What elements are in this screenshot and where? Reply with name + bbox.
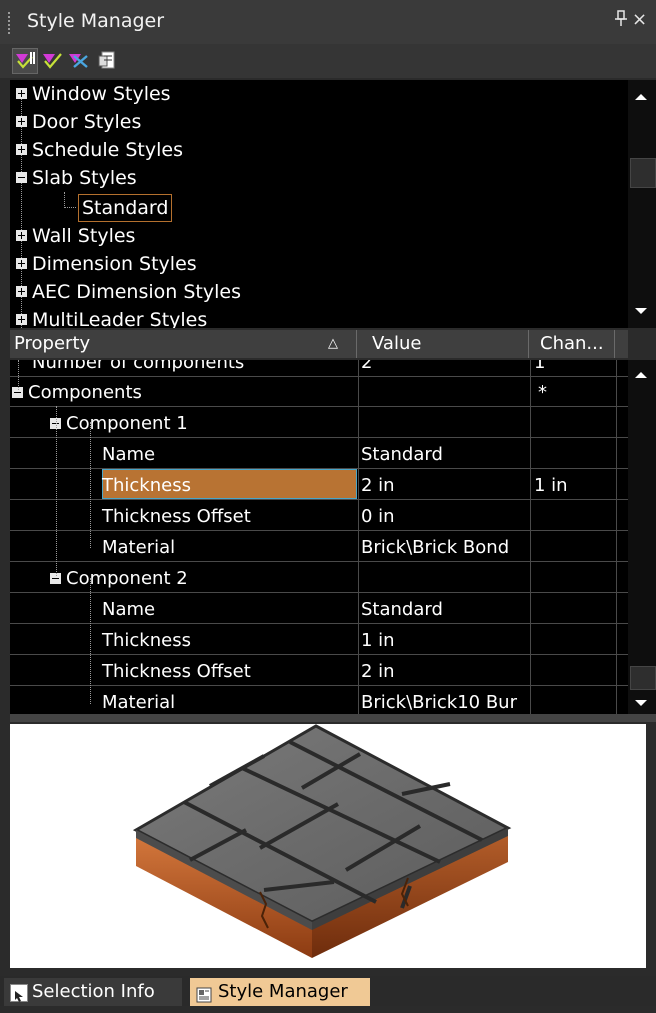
expand-icon[interactable] — [16, 144, 27, 155]
expand-icon[interactable] — [16, 88, 27, 99]
tree-connector — [90, 578, 91, 704]
table-row[interactable]: Material Brick\Brick10 Bur — [10, 686, 628, 714]
tree-connector — [56, 406, 57, 576]
palette-title-bar[interactable]: Style Manager × — [0, 0, 656, 44]
brick-slab-preview-icon — [132, 724, 512, 958]
selection-info-icon — [10, 984, 28, 1002]
expand-icon[interactable] — [16, 286, 27, 297]
expand-icon[interactable] — [16, 258, 27, 269]
tab-style-manager[interactable]: Style Manager — [190, 978, 370, 1006]
table-row[interactable]: Material Brick\Brick Bond — [10, 531, 628, 562]
drag-grip[interactable] — [8, 12, 12, 34]
table-row[interactable]: Name Standard — [10, 438, 628, 469]
table-row[interactable]: Components * — [10, 376, 628, 407]
sort-ascending-icon: △ — [328, 336, 338, 351]
pane-splitter[interactable] — [10, 714, 656, 722]
filter-style-type-icon[interactable] — [12, 48, 38, 74]
column-header-property[interactable]: Property △ — [10, 330, 357, 358]
expand-icon[interactable] — [16, 314, 27, 325]
column-header-changed[interactable]: Chan... — [528, 330, 615, 358]
tree-connector — [18, 360, 19, 390]
style-manager-icon — [196, 984, 212, 1003]
tree-connector — [64, 207, 76, 208]
palette-tab-bar: Selection Info Style Manager — [0, 976, 656, 1006]
expand-icon[interactable] — [16, 230, 27, 241]
palette-title: Style Manager — [27, 10, 165, 32]
pin-icon[interactable] — [614, 10, 628, 33]
purge-styles-icon[interactable] — [66, 48, 90, 72]
scroll-up-icon[interactable] — [635, 372, 647, 378]
table-row-selected[interactable]: Thickness 2 in 1 in — [10, 469, 628, 500]
table-row[interactable]: Component 2 — [10, 562, 628, 593]
table-row[interactable]: Number of components 2 1 — [10, 360, 628, 377]
scroll-down-icon[interactable] — [635, 308, 647, 314]
scroll-down-icon[interactable] — [635, 700, 647, 706]
tree-scrollbar[interactable] — [628, 80, 656, 328]
table-row[interactable]: Thickness Offset 0 in — [10, 500, 628, 531]
style-tree: Window Styles Door Styles Schedule Style… — [10, 80, 628, 328]
property-scrollbar[interactable] — [628, 360, 656, 714]
property-grid: Number of components 2 1 Components * Co… — [10, 360, 628, 714]
tree-item-standard-selected[interactable]: Standard — [78, 194, 173, 222]
collapse-icon[interactable] — [16, 172, 27, 183]
column-header-value[interactable]: Value — [356, 330, 529, 358]
copy-style-icon[interactable] — [96, 48, 120, 72]
table-row[interactable]: Name Standard — [10, 593, 628, 624]
table-row[interactable]: Thickness 1 in — [10, 624, 628, 655]
property-grid-header: Property △ Value Chan... — [10, 330, 628, 358]
scroll-up-icon[interactable] — [635, 94, 647, 100]
expand-icon[interactable] — [16, 116, 27, 127]
style-preview-pane — [10, 724, 646, 968]
tab-selection-info[interactable]: Selection Info — [4, 978, 182, 1006]
tree-connector — [90, 422, 91, 548]
toggle-display-icon[interactable] — [40, 48, 64, 72]
table-row[interactable]: Thickness Offset 2 in — [10, 655, 628, 686]
table-row[interactable]: Component 1 — [10, 407, 628, 438]
scrollbar-thumb[interactable] — [630, 666, 656, 690]
tree-connector — [64, 192, 65, 208]
style-manager-toolbar — [0, 44, 656, 78]
close-icon[interactable]: × — [632, 9, 647, 30]
scrollbar-thumb[interactable] — [630, 158, 656, 188]
